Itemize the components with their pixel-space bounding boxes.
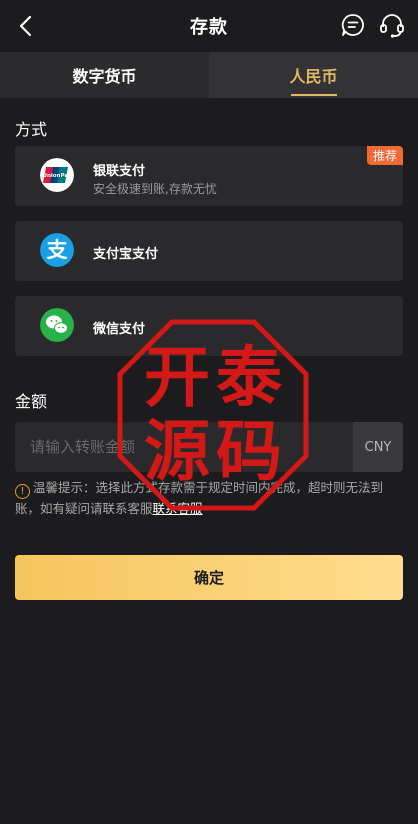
amount-section-label: 金额 — [15, 392, 48, 411]
confirm-button[interactable]: 确定 — [15, 555, 403, 600]
alipay-icon: 支 — [40, 233, 74, 267]
page-title: 存款 — [190, 17, 228, 38]
warm-tip: ! 温馨提示：选择此方式存款需于规定时间内完成，超时则无法到账，如有疑问请联系客服… — [15, 478, 405, 519]
amount-input[interactable] — [15, 422, 353, 472]
customer-service-icon[interactable] — [378, 12, 406, 40]
app-header: 存款 — [0, 0, 418, 52]
method-name: 银联支付 — [93, 164, 146, 179]
svg-text:UnionPay: UnionPay — [43, 173, 72, 179]
currency-unit: CNY — [353, 422, 403, 472]
tab-label: 人民币 — [289, 67, 338, 86]
method-alipay[interactable]: 支 支付宝支付 — [15, 221, 403, 281]
method-wechat[interactable]: 微信支付 — [15, 296, 403, 356]
wechat-icon — [40, 308, 74, 342]
currency-tabs: 数字货币 人民币 — [0, 52, 418, 98]
unionpay-icon: UnionPay — [40, 158, 74, 192]
method-subtitle: 安全极速到账,存款无忧 — [93, 182, 217, 196]
method-unionpay[interactable]: UnionPay 银联支付 安全极速到账,存款无忧 推荐 — [15, 146, 403, 206]
active-tab-indicator — [290, 94, 337, 96]
tab-label: 数字货币 — [72, 67, 137, 86]
method-name: 微信支付 — [93, 322, 146, 337]
warning-icon: ! — [15, 484, 30, 499]
back-arrow-icon[interactable] — [14, 14, 38, 38]
tab-rmb[interactable]: 人民币 — [209, 52, 418, 98]
tab-digital-currency[interactable]: 数字货币 — [0, 52, 209, 98]
contact-service-link[interactable]: 联系客服 — [153, 501, 203, 516]
message-icon[interactable] — [340, 12, 366, 38]
method-section-label: 方式 — [15, 120, 48, 139]
svg-text:支: 支 — [47, 238, 69, 262]
amount-row: CNY — [15, 422, 403, 472]
method-name: 支付宝支付 — [93, 247, 159, 262]
recommend-badge: 推荐 — [366, 146, 403, 165]
